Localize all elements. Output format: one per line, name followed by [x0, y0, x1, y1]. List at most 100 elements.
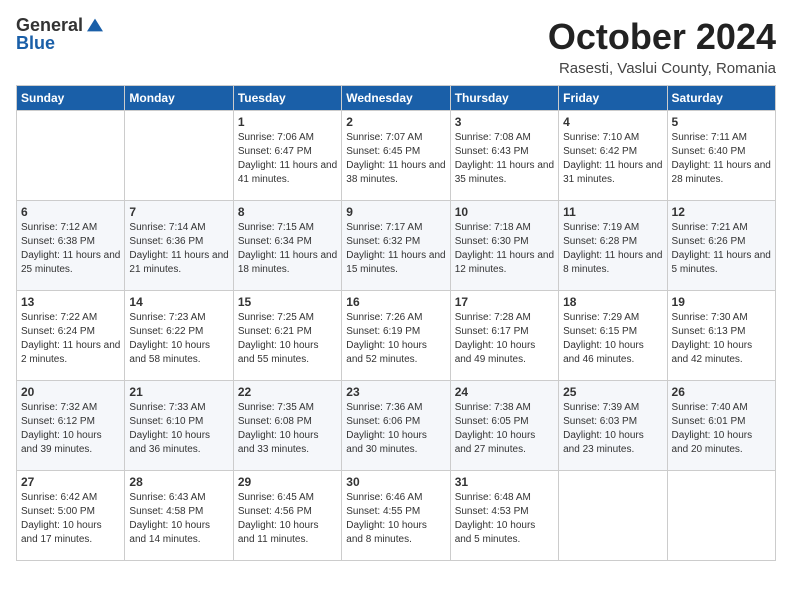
calendar-week-row: 6 Sunrise: 7:12 AM Sunset: 6:38 PM Daylig… — [17, 201, 776, 291]
day-number: 27 — [21, 475, 120, 489]
day-detail: Sunrise: 7:07 AM Sunset: 6:45 PM Dayligh… — [346, 131, 445, 187]
day-detail: Sunrise: 7:32 AM Sunset: 6:12 PM Dayligh… — [21, 401, 120, 457]
day-detail: Sunrise: 7:29 AM Sunset: 6:15 PM Dayligh… — [563, 311, 662, 367]
day-detail: Sunrise: 7:12 AM Sunset: 6:38 PM Dayligh… — [21, 221, 120, 277]
day-number: 21 — [129, 385, 228, 399]
calendar-cell: 29 Sunrise: 6:45 AM Sunset: 4:56 PM Dayli… — [233, 471, 341, 561]
day-number: 26 — [672, 385, 771, 399]
day-detail: Sunrise: 7:15 AM Sunset: 6:34 PM Dayligh… — [238, 221, 337, 277]
day-detail: Sunrise: 7:28 AM Sunset: 6:17 PM Dayligh… — [455, 311, 554, 367]
calendar-cell: 21 Sunrise: 7:33 AM Sunset: 6:10 PM Dayli… — [125, 381, 233, 471]
day-detail: Sunrise: 7:14 AM Sunset: 6:36 PM Dayligh… — [129, 221, 228, 277]
weekday-header-cell: Tuesday — [233, 86, 341, 111]
calendar-cell: 26 Sunrise: 7:40 AM Sunset: 6:01 PM Dayli… — [667, 381, 775, 471]
calendar-cell: 12Sunrise: 7:21 AM Sunset: 6:26 PM Dayli… — [667, 201, 775, 291]
day-detail: Sunrise: 7:39 AM Sunset: 6:03 PM Dayligh… — [563, 401, 662, 457]
calendar-cell: 9 Sunrise: 7:17 AM Sunset: 6:32 PM Daylig… — [342, 201, 450, 291]
day-detail: Sunrise: 6:46 AM Sunset: 4:55 PM Dayligh… — [346, 491, 445, 547]
calendar-cell: 30Sunrise: 6:46 AM Sunset: 4:55 PM Dayli… — [342, 471, 450, 561]
day-number: 23 — [346, 385, 445, 399]
calendar-cell: 20 Sunrise: 7:32 AM Sunset: 6:12 PM Dayli… — [17, 381, 125, 471]
logo-blue-text: Blue — [16, 34, 55, 52]
day-number: 16 — [346, 295, 445, 309]
calendar-cell: 8 Sunrise: 7:15 AM Sunset: 6:34 PM Daylig… — [233, 201, 341, 291]
day-number: 22 — [238, 385, 337, 399]
calendar-cell: 23 Sunrise: 7:36 AM Sunset: 6:06 PM Dayli… — [342, 381, 450, 471]
day-number: 11 — [563, 205, 662, 219]
location-title: Rasesti, Vaslui County, Romania — [548, 60, 776, 77]
month-title: October 2024 — [548, 16, 776, 58]
calendar-cell: 27 Sunrise: 6:42 AM Sunset: 5:00 PM Dayli… — [17, 471, 125, 561]
day-detail: Sunrise: 7:08 AM Sunset: 6:43 PM Dayligh… — [455, 131, 554, 187]
weekday-header-cell: Thursday — [450, 86, 558, 111]
day-number: 6 — [21, 205, 120, 219]
day-number: 25 — [563, 385, 662, 399]
day-number: 15 — [238, 295, 337, 309]
calendar-cell: 10 Sunrise: 7:18 AM Sunset: 6:30 PM Dayli… — [450, 201, 558, 291]
day-number: 10 — [455, 205, 554, 219]
calendar-cell: 17Sunrise: 7:28 AM Sunset: 6:17 PM Dayli… — [450, 291, 558, 381]
day-detail: Sunrise: 7:38 AM Sunset: 6:05 PM Dayligh… — [455, 401, 554, 457]
calendar-cell: 13 Sunrise: 7:22 AM Sunset: 6:24 PM Dayli… — [17, 291, 125, 381]
day-number: 18 — [563, 295, 662, 309]
calendar-cell: 14 Sunrise: 7:23 AM Sunset: 6:22 PM Dayli… — [125, 291, 233, 381]
calendar-week-row: 13 Sunrise: 7:22 AM Sunset: 6:24 PM Dayli… — [17, 291, 776, 381]
page-header: General Blue October 2024 Rasesti, Vaslu… — [16, 16, 776, 77]
calendar-week-row: 20 Sunrise: 7:32 AM Sunset: 6:12 PM Dayli… — [17, 381, 776, 471]
day-number: 3 — [455, 115, 554, 129]
day-detail: Sunrise: 6:48 AM Sunset: 4:53 PM Dayligh… — [455, 491, 554, 547]
calendar-cell: 16 Sunrise: 7:26 AM Sunset: 6:19 PM Dayli… — [342, 291, 450, 381]
logo: General Blue — [16, 16, 105, 52]
calendar-week-row: 1 Sunrise: 7:06 AM Sunset: 6:47 PM Daylig… — [17, 111, 776, 201]
day-detail: Sunrise: 7:26 AM Sunset: 6:19 PM Dayligh… — [346, 311, 445, 367]
calendar-cell — [17, 111, 125, 201]
calendar-cell: 19Sunrise: 7:30 AM Sunset: 6:13 PM Dayli… — [667, 291, 775, 381]
weekday-header-cell: Sunday — [17, 86, 125, 111]
day-number: 14 — [129, 295, 228, 309]
day-number: 8 — [238, 205, 337, 219]
day-detail: Sunrise: 7:10 AM Sunset: 6:42 PM Dayligh… — [563, 131, 662, 187]
day-detail: Sunrise: 7:23 AM Sunset: 6:22 PM Dayligh… — [129, 311, 228, 367]
logo-icon — [85, 17, 105, 33]
day-detail: Sunrise: 6:43 AM Sunset: 4:58 PM Dayligh… — [129, 491, 228, 547]
calendar-cell: 3 Sunrise: 7:08 AM Sunset: 6:43 PM Daylig… — [450, 111, 558, 201]
day-number: 31 — [455, 475, 554, 489]
day-number: 12 — [672, 205, 771, 219]
weekday-header-cell: Monday — [125, 86, 233, 111]
day-detail: Sunrise: 7:36 AM Sunset: 6:06 PM Dayligh… — [346, 401, 445, 457]
day-number: 28 — [129, 475, 228, 489]
calendar-cell: 31 Sunrise: 6:48 AM Sunset: 4:53 PM Dayli… — [450, 471, 558, 561]
calendar-cell: 22 Sunrise: 7:35 AM Sunset: 6:08 PM Dayli… — [233, 381, 341, 471]
day-detail: Sunrise: 7:11 AM Sunset: 6:40 PM Dayligh… — [672, 131, 771, 187]
weekday-header-cell: Saturday — [667, 86, 775, 111]
day-detail: Sunrise: 7:17 AM Sunset: 6:32 PM Dayligh… — [346, 221, 445, 277]
calendar-body: 1 Sunrise: 7:06 AM Sunset: 6:47 PM Daylig… — [17, 111, 776, 561]
weekday-header-row: SundayMondayTuesdayWednesdayThursdayFrid… — [17, 86, 776, 111]
weekday-header-cell: Friday — [559, 86, 667, 111]
day-number: 20 — [21, 385, 120, 399]
day-number: 4 — [563, 115, 662, 129]
day-detail: Sunrise: 7:22 AM Sunset: 6:24 PM Dayligh… — [21, 311, 120, 367]
day-detail: Sunrise: 7:35 AM Sunset: 6:08 PM Dayligh… — [238, 401, 337, 457]
day-number: 29 — [238, 475, 337, 489]
calendar-cell: 7 Sunrise: 7:14 AM Sunset: 6:36 PM Daylig… — [125, 201, 233, 291]
day-detail: Sunrise: 7:40 AM Sunset: 6:01 PM Dayligh… — [672, 401, 771, 457]
day-detail: Sunrise: 6:42 AM Sunset: 5:00 PM Dayligh… — [21, 491, 120, 547]
calendar-cell: 15 Sunrise: 7:25 AM Sunset: 6:21 PM Dayli… — [233, 291, 341, 381]
calendar-cell: 6 Sunrise: 7:12 AM Sunset: 6:38 PM Daylig… — [17, 201, 125, 291]
day-detail: Sunrise: 7:06 AM Sunset: 6:47 PM Dayligh… — [238, 131, 337, 187]
day-detail: Sunrise: 6:45 AM Sunset: 4:56 PM Dayligh… — [238, 491, 337, 547]
day-number: 7 — [129, 205, 228, 219]
day-detail: Sunrise: 7:18 AM Sunset: 6:30 PM Dayligh… — [455, 221, 554, 277]
day-detail: Sunrise: 7:30 AM Sunset: 6:13 PM Dayligh… — [672, 311, 771, 367]
day-detail: Sunrise: 7:25 AM Sunset: 6:21 PM Dayligh… — [238, 311, 337, 367]
calendar-cell: 4 Sunrise: 7:10 AM Sunset: 6:42 PM Daylig… — [559, 111, 667, 201]
day-number: 2 — [346, 115, 445, 129]
day-number: 5 — [672, 115, 771, 129]
day-number: 13 — [21, 295, 120, 309]
day-number: 9 — [346, 205, 445, 219]
day-detail: Sunrise: 7:33 AM Sunset: 6:10 PM Dayligh… — [129, 401, 228, 457]
day-number: 1 — [238, 115, 337, 129]
weekday-header-cell: Wednesday — [342, 86, 450, 111]
calendar-cell — [125, 111, 233, 201]
